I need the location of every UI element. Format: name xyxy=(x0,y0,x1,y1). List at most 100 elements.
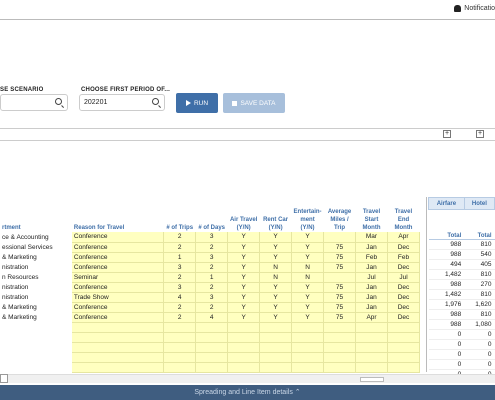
cell-miles[interactable]: 75 xyxy=(323,262,357,273)
cell-reason[interactable]: Conference xyxy=(71,312,165,323)
horizontal-scrollbar[interactable] xyxy=(0,374,495,383)
cell-air[interactable] xyxy=(227,362,261,373)
search-icon[interactable] xyxy=(152,98,159,105)
cell-ent[interactable] xyxy=(291,362,325,373)
cell-days[interactable] xyxy=(195,322,229,333)
cell-car[interactable] xyxy=(259,352,293,363)
cell-start[interactable]: Mar xyxy=(355,232,388,243)
cell-air[interactable] xyxy=(227,332,261,343)
cell-reason[interactable] xyxy=(71,322,165,333)
cell-air[interactable]: Y xyxy=(227,252,261,263)
cell-trips[interactable]: 2 xyxy=(163,312,197,323)
cell-start[interactable]: Apr xyxy=(355,312,388,323)
cell-car[interactable] xyxy=(259,362,293,373)
cell-end[interactable] xyxy=(387,342,421,353)
cell-miles[interactable]: 75 xyxy=(323,302,357,313)
run-button[interactable]: RUN xyxy=(176,93,218,113)
cell-miles[interactable]: 75 xyxy=(323,282,357,293)
cell-miles[interactable] xyxy=(323,322,357,333)
scrollbar-thumb[interactable] xyxy=(360,377,384,382)
cell-days[interactable]: 3 xyxy=(195,252,229,263)
cell-ent[interactable] xyxy=(291,352,325,363)
cell-days[interactable]: 2 xyxy=(195,282,229,293)
cell-car[interactable]: Y xyxy=(259,282,293,293)
cell-ent[interactable]: Y xyxy=(291,282,325,293)
cell-air[interactable]: Y xyxy=(227,282,261,293)
cell-ent[interactable]: Y xyxy=(291,232,325,243)
cell-reason[interactable]: Conference xyxy=(71,282,165,293)
cell-trips[interactable] xyxy=(163,332,197,343)
cell-days[interactable]: 2 xyxy=(195,262,229,273)
cell-trips[interactable] xyxy=(163,322,197,333)
cell-end[interactable]: Jul xyxy=(387,272,421,283)
cell-start[interactable]: Feb xyxy=(355,252,388,263)
cell-car[interactable]: Y xyxy=(259,232,293,243)
cell-days[interactable]: 1 xyxy=(195,272,229,283)
expand-icon[interactable]: + xyxy=(443,130,451,138)
cell-miles[interactable]: 75 xyxy=(323,312,357,323)
cell-air[interactable]: Y xyxy=(227,272,261,283)
save-data-button[interactable]: SAVE DATA xyxy=(223,93,285,113)
cell-miles[interactable] xyxy=(323,272,357,283)
cell-car[interactable] xyxy=(259,332,293,343)
expand-icon[interactable]: + xyxy=(476,130,484,138)
cell-miles[interactable] xyxy=(323,352,357,363)
cell-end[interactable]: Dec xyxy=(387,282,421,293)
cell-ent[interactable]: N xyxy=(291,262,325,273)
cell-days[interactable]: 3 xyxy=(195,292,229,303)
cell-end[interactable] xyxy=(387,332,421,343)
cell-car[interactable]: N xyxy=(259,272,293,283)
cell-start[interactable] xyxy=(355,322,388,333)
search-icon[interactable] xyxy=(55,98,62,105)
cell-start[interactable] xyxy=(355,332,388,343)
cell-days[interactable]: 2 xyxy=(195,302,229,313)
cell-start[interactable]: Jul xyxy=(355,272,388,283)
cell-car[interactable]: Y xyxy=(259,252,293,263)
cell-trips[interactable] xyxy=(163,342,197,353)
cell-car[interactable]: Y xyxy=(259,312,293,323)
cell-miles[interactable] xyxy=(323,362,357,373)
cell-days[interactable]: 3 xyxy=(195,232,229,243)
cell-ent[interactable]: Y xyxy=(291,242,325,253)
cell-trips[interactable]: 3 xyxy=(163,262,197,273)
cell-air[interactable] xyxy=(227,322,261,333)
cell-car[interactable] xyxy=(259,342,293,353)
cell-reason[interactable] xyxy=(71,362,165,373)
cell-end[interactable]: Dec xyxy=(387,242,421,253)
cell-trips[interactable]: 4 xyxy=(163,292,197,303)
cell-reason[interactable]: Conference xyxy=(71,252,165,263)
cell-miles[interactable] xyxy=(323,232,357,243)
cell-end[interactable]: Feb xyxy=(387,252,421,263)
cell-reason[interactable]: Trade Show xyxy=(71,292,165,303)
cell-start[interactable]: Jan xyxy=(355,242,388,253)
cell-ent[interactable]: N xyxy=(291,272,325,283)
cell-start[interactable]: Jan xyxy=(355,292,388,303)
cell-reason[interactable]: Seminar xyxy=(71,272,165,283)
cell-start[interactable] xyxy=(355,362,388,373)
scroll-left-box[interactable] xyxy=(0,374,8,383)
cell-days[interactable] xyxy=(195,332,229,343)
cell-miles[interactable]: 75 xyxy=(323,242,357,253)
cell-reason[interactable]: Conference xyxy=(71,242,165,253)
cell-trips[interactable] xyxy=(163,352,197,363)
cell-start[interactable]: Jan xyxy=(355,262,388,273)
cell-miles[interactable]: 75 xyxy=(323,252,357,263)
details-footer[interactable]: Spreading and Line Item details ⌃ xyxy=(0,385,495,400)
cell-air[interactable] xyxy=(227,342,261,353)
cell-ent[interactable] xyxy=(291,332,325,343)
cell-trips[interactable]: 1 xyxy=(163,252,197,263)
notifications[interactable]: Notificatio xyxy=(454,5,495,12)
cell-reason[interactable]: Conference xyxy=(71,302,165,313)
cell-reason[interactable]: Conference xyxy=(71,262,165,273)
cell-end[interactable]: Dec xyxy=(387,302,421,313)
cell-trips[interactable]: 3 xyxy=(163,282,197,293)
cell-miles[interactable] xyxy=(323,332,357,343)
cell-start[interactable] xyxy=(355,352,388,363)
cell-ent[interactable]: Y xyxy=(291,302,325,313)
cell-trips[interactable]: 2 xyxy=(163,242,197,253)
cell-car[interactable]: Y xyxy=(259,292,293,303)
cell-miles[interactable]: 75 xyxy=(323,292,357,303)
cell-trips[interactable]: 2 xyxy=(163,302,197,313)
cell-air[interactable]: Y xyxy=(227,242,261,253)
cell-trips[interactable]: 2 xyxy=(163,272,197,283)
